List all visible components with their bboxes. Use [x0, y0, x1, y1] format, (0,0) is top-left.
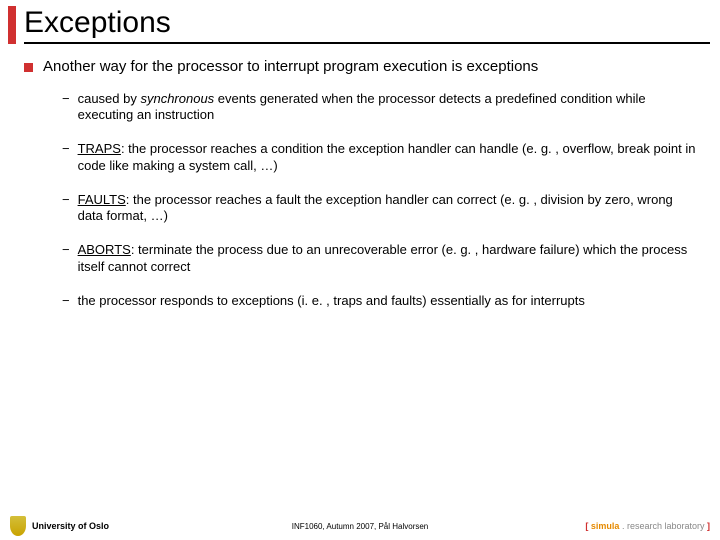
text-fragment: : the processor reaches a fault the exce… — [78, 192, 673, 223]
bullet-level2: − the processor responds to exceptions (… — [62, 293, 696, 309]
footer-left: University of Oslo — [10, 516, 109, 536]
underline-label: TRAPS — [78, 141, 121, 156]
underline-label: FAULTS — [78, 192, 126, 207]
bullet-level2: − ABORTS: terminate the process due to a… — [62, 242, 696, 275]
text-fragment: caused by — [78, 91, 141, 106]
dash-bullet-icon: − — [62, 192, 70, 225]
bracket-icon: ] — [707, 521, 710, 531]
title-bar: Exceptions — [0, 0, 720, 44]
crest-icon — [10, 516, 26, 536]
bullet-level1: Another way for the processor to interru… — [24, 58, 696, 77]
text-fragment: : terminate the process due to an unreco… — [78, 242, 688, 273]
footer-right: [ simula . research laboratory ] — [585, 521, 710, 531]
slide-content: Another way for the processor to interru… — [0, 44, 720, 309]
bullet-level1-text: Another way for the processor to interru… — [43, 58, 696, 77]
dash-bullet-icon: − — [62, 141, 70, 174]
slide-title: Exceptions — [24, 6, 710, 44]
logo-text: simula — [591, 521, 622, 531]
logo-text: research laboratory — [627, 521, 707, 531]
sublist: − caused by synchronous events generated… — [24, 91, 696, 309]
text-fragment: : the processor reaches a condition the … — [78, 141, 696, 172]
bullet-level2-text: TRAPS: the processor reaches a condition… — [78, 141, 696, 174]
dash-bullet-icon: − — [62, 293, 70, 309]
title-accent — [8, 6, 16, 44]
dash-bullet-icon: − — [62, 91, 70, 124]
bullet-level2-text: ABORTS: terminate the process due to an … — [78, 242, 696, 275]
underline-label: ABORTS — [78, 242, 131, 257]
bullet-level2: − TRAPS: the processor reaches a conditi… — [62, 141, 696, 174]
bullet-level2: − FAULTS: the processor reaches a fault … — [62, 192, 696, 225]
footer-center: INF1060, Autumn 2007, Pål Halvorsen — [292, 522, 429, 531]
bullet-level2-text: FAULTS: the processor reaches a fault th… — [78, 192, 696, 225]
footer-university: University of Oslo — [32, 521, 109, 531]
footer: University of Oslo INF1060, Autumn 2007,… — [0, 516, 720, 536]
dash-bullet-icon: − — [62, 242, 70, 275]
bullet-level2: − caused by synchronous events generated… — [62, 91, 696, 124]
italic-text: synchronous — [140, 91, 214, 106]
bullet-level2-text: the processor responds to exceptions (i.… — [78, 293, 696, 309]
bullet-level2-text: caused by synchronous events generated w… — [78, 91, 696, 124]
square-bullet-icon — [24, 63, 33, 72]
